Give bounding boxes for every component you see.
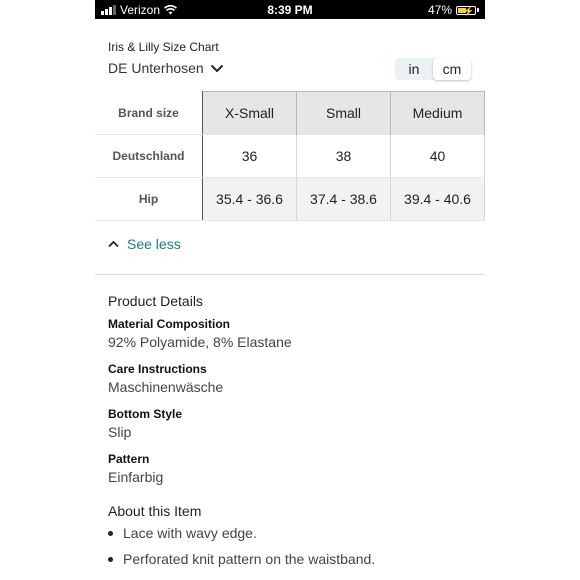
chevron-down-icon xyxy=(210,64,223,72)
attribute-label: Material Composition xyxy=(108,317,231,331)
status-bar: Verizon 8:39 PM 47% ⚡ xyxy=(95,0,485,19)
table-cell: 38 xyxy=(296,134,391,178)
table-cell: 40 xyxy=(390,134,485,178)
column-header: X-Small xyxy=(202,91,297,135)
list-item: Perforated knit pattern on the waistband… xyxy=(108,551,375,567)
product-details-heading: Product Details xyxy=(108,293,203,309)
row-header-brand-size: Brand size xyxy=(95,91,203,135)
attribute-label: Pattern xyxy=(108,452,150,466)
list-item-text: Perforated knit pattern on the waistband… xyxy=(123,551,376,567)
size-chart-table: Brand size X-Small Small Medium Deutschl… xyxy=(95,91,485,221)
attribute-value: Maschinenwäsche xyxy=(108,379,224,395)
chevron-up-icon xyxy=(108,240,119,248)
row-header: Hip xyxy=(95,177,203,221)
about-heading: About this Item xyxy=(108,503,202,519)
column-header: Small xyxy=(296,91,391,135)
list-item: Lace with wavy edge. xyxy=(108,525,257,541)
bullet-icon xyxy=(108,530,113,536)
region-selector-label: DE Unterhosen xyxy=(108,60,204,76)
attribute-value: 92% Polyamide, 8% Elastane xyxy=(108,334,292,350)
table-cell: 39.4 - 40.6 xyxy=(390,177,485,221)
row-header: Deutschland xyxy=(95,134,203,178)
table-cell: 37.4 - 38.6 xyxy=(296,177,391,221)
size-chart-title: Iris & Lilly Size Chart xyxy=(108,40,219,54)
column-header: Medium xyxy=(390,91,485,135)
attribute-value: Einfarbig xyxy=(108,469,164,485)
table-header-row: Brand size X-Small Small Medium xyxy=(95,91,485,135)
battery-cap xyxy=(477,8,479,12)
see-less-link[interactable]: See less xyxy=(108,236,181,252)
table-cell: 36 xyxy=(202,134,297,178)
bolt-icon: ⚡ xyxy=(463,5,475,16)
battery-charging-icon: ⚡ xyxy=(456,5,476,16)
unit-in-button[interactable]: in xyxy=(395,58,433,80)
status-right: 47% ⚡ xyxy=(428,3,479,17)
unit-cm-button[interactable]: cm xyxy=(433,58,471,80)
list-item-text: Lace with wavy edge. xyxy=(123,525,257,541)
status-time: 8:39 PM xyxy=(267,3,313,17)
see-less-label: See less xyxy=(127,236,181,252)
battery-percent: 47% xyxy=(427,3,452,17)
attribute-label: Care Instructions xyxy=(108,362,207,376)
unit-toggle[interactable]: in cm xyxy=(395,58,471,80)
table-row: Hip 35.4 - 36.6 37.4 - 38.6 39.4 - 40.6 xyxy=(95,177,485,221)
bullet-icon xyxy=(108,556,113,562)
table-cell: 35.4 - 36.6 xyxy=(202,177,297,221)
section-divider xyxy=(95,274,485,275)
table-row: Deutschland 36 38 40 xyxy=(95,134,485,178)
region-selector[interactable]: DE Unterhosen xyxy=(108,60,224,76)
attribute-label: Bottom Style xyxy=(108,407,183,421)
attribute-value: Slip xyxy=(108,424,132,440)
